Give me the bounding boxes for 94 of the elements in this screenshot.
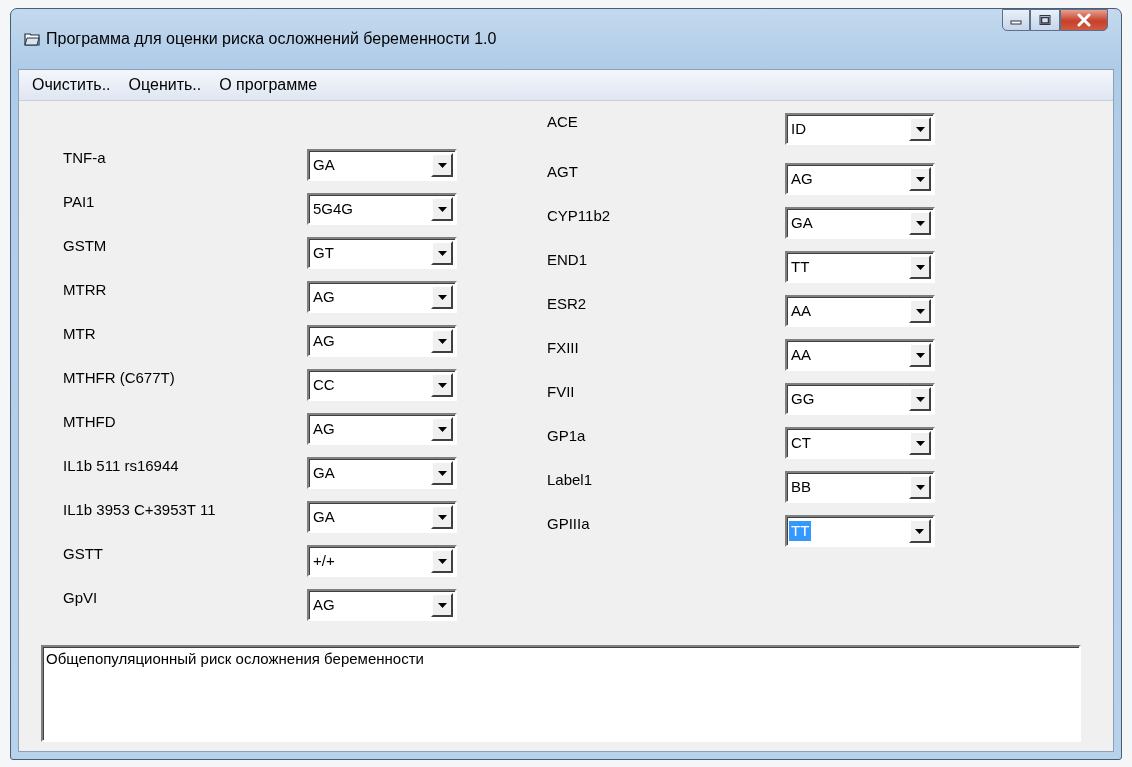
dropdown-button[interactable]: [431, 593, 453, 617]
gene-label: GP1a: [547, 427, 587, 446]
genotype-dropdown[interactable]: AG: [307, 281, 457, 313]
genotype-dropdown[interactable]: GT: [307, 237, 457, 269]
dropdown-button[interactable]: [431, 329, 453, 353]
window-icon: [24, 32, 40, 46]
genotype-dropdown[interactable]: AA: [785, 339, 935, 371]
window-title: Программа для оценки риска осложнений беременности 1.0: [46, 30, 497, 48]
caret-icon: [437, 470, 447, 476]
gene-label: Label1: [547, 471, 594, 490]
caret-icon: [437, 338, 447, 344]
dropdown-button[interactable]: [909, 299, 931, 323]
genotype-dropdown[interactable]: GG: [785, 383, 935, 415]
maximize-icon: [1038, 14, 1052, 26]
genotype-dropdown[interactable]: BB: [785, 471, 935, 503]
caret-icon: [437, 602, 447, 608]
gene-label: GSTM: [63, 237, 108, 256]
genotype-dropdown[interactable]: 5G4G: [307, 193, 457, 225]
gene-label: END1: [547, 251, 588, 270]
genotype-dropdown[interactable]: CC: [307, 369, 457, 401]
caret-icon: [915, 308, 925, 314]
gene-label: IL1b 511 rs16944: [63, 457, 180, 476]
dropdown-button[interactable]: [431, 417, 453, 441]
genotype-dropdown[interactable]: GA: [307, 501, 457, 533]
gene-label: MTHFD: [63, 413, 117, 432]
genotype-dropdown[interactable]: AA: [785, 295, 935, 327]
dropdown-button[interactable]: [909, 343, 931, 367]
close-button[interactable]: [1060, 9, 1108, 31]
dropdown-button[interactable]: [909, 475, 931, 499]
genotype-dropdown[interactable]: ID: [785, 113, 935, 145]
menu-item[interactable]: О программе: [212, 74, 325, 96]
genotype-dropdown[interactable]: +/+: [307, 545, 457, 577]
dropdown-button[interactable]: [909, 519, 931, 543]
dropdown-button[interactable]: [431, 461, 453, 485]
gene-label: ACE: [547, 113, 579, 132]
caret-icon: [437, 250, 447, 256]
gene-label: TNF-a: [63, 149, 107, 168]
dropdown-button[interactable]: [909, 211, 931, 235]
caret-icon: [915, 264, 925, 270]
menu-item[interactable]: Оценить..: [121, 74, 209, 96]
caret-icon: [437, 294, 447, 300]
maximize-button[interactable]: [1030, 9, 1060, 31]
gene-label: PAI1: [63, 193, 96, 212]
dropdown-button[interactable]: [909, 167, 931, 191]
genotype-dropdown[interactable]: AG: [785, 163, 935, 195]
dropdown-button[interactable]: [431, 505, 453, 529]
dropdown-button[interactable]: [431, 197, 453, 221]
genotype-dropdown[interactable]: AG: [307, 589, 457, 621]
genotype-dropdown[interactable]: TT: [785, 251, 935, 283]
dropdown-button[interactable]: [431, 285, 453, 309]
caret-icon: [915, 440, 925, 446]
dropdown-button[interactable]: [909, 255, 931, 279]
genotype-dropdown[interactable]: GA: [307, 457, 457, 489]
caret-icon: [437, 382, 447, 388]
dropdown-button[interactable]: [431, 153, 453, 177]
dropdown-button[interactable]: [909, 431, 931, 455]
gene-label: ESR2: [547, 295, 588, 314]
gene-label: FXIII: [547, 339, 580, 358]
genotype-dropdown[interactable]: AG: [307, 413, 457, 445]
gene-label: MTHFR (C677T): [63, 369, 176, 388]
caret-icon: [437, 426, 447, 432]
minimize-button[interactable]: [1002, 9, 1030, 31]
caret-icon: [915, 484, 925, 490]
caret-icon: [437, 514, 447, 520]
gene-label: GSTT: [63, 545, 104, 564]
gene-label: CYP11b2: [547, 207, 612, 226]
caret-icon: [437, 558, 447, 564]
genotype-dropdown[interactable]: GA: [785, 207, 935, 239]
caret-icon: [437, 162, 447, 168]
gene-label: MTR: [63, 325, 97, 344]
genotype-dropdown[interactable]: AG: [307, 325, 457, 357]
genotype-dropdown[interactable]: GA: [307, 149, 457, 181]
gene-label: GpVI: [63, 589, 99, 608]
gene-label: IL1b 3953 C+3953T 11: [63, 501, 217, 520]
result-text-area[interactable]: Общепопуляционный риск осложнения беременности: [41, 645, 1081, 742]
dropdown-button[interactable]: [909, 117, 931, 141]
dropdown-button[interactable]: [431, 241, 453, 265]
caret-icon: [915, 352, 925, 358]
caret-icon: [915, 220, 925, 226]
dropdown-button[interactable]: [431, 549, 453, 573]
menu-item[interactable]: Очистить..: [25, 74, 118, 96]
caret-icon: [915, 528, 925, 534]
gene-label: GPIIIa: [547, 515, 591, 534]
dropdown-button[interactable]: [909, 387, 931, 411]
genotype-dropdown[interactable]: CT: [785, 427, 935, 459]
caret-icon: [437, 206, 447, 212]
close-icon: [1076, 13, 1092, 27]
gene-label: FVII: [547, 383, 576, 402]
caret-icon: [915, 176, 925, 182]
caret-icon: [915, 396, 925, 402]
gene-label: AGT: [547, 163, 579, 182]
gene-label: MTRR: [63, 281, 108, 300]
caret-icon: [915, 126, 925, 132]
dropdown-button[interactable]: [431, 373, 453, 397]
